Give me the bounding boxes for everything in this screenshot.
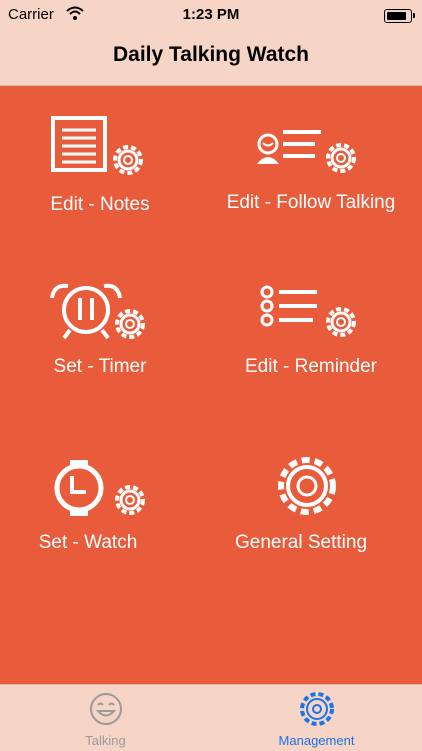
edit-reminder-tile[interactable]: Edit - Reminder — [211, 272, 411, 392]
set-watch-tile[interactable]: Set - Watch — [0, 452, 200, 572]
smiley-icon — [90, 693, 122, 725]
reminder-gear-icon — [260, 285, 356, 337]
management-menu: Edit - Notes Edit - Follow Talking Set -… — [0, 86, 422, 684]
tile-label: Edit - Reminder — [245, 356, 377, 377]
tab-label: Management — [278, 733, 355, 748]
navigation-bar: Daily Talking Watch — [0, 30, 422, 86]
battery-icon — [384, 9, 415, 23]
tab-bar: Talking Management — [0, 684, 422, 751]
tile-label: Edit - Notes — [50, 194, 150, 215]
gear-icon — [278, 457, 336, 515]
status-time: 1:23 PM — [182, 6, 240, 23]
tab-talking[interactable]: Talking — [0, 685, 211, 751]
notes-gear-icon — [51, 116, 143, 175]
status-bar: Carrier 1:23 PM — [0, 0, 422, 30]
tab-management[interactable]: Management — [211, 685, 422, 751]
timer-gear-icon — [50, 283, 145, 340]
follow-talking-gear-icon — [257, 130, 356, 173]
gear-icon — [300, 692, 334, 726]
tile-label: Set - Watch — [38, 532, 138, 553]
edit-follow-talking-tile[interactable]: Edit - Follow Talking — [211, 106, 411, 226]
tab-label: Talking — [85, 733, 126, 748]
general-setting-tile[interactable]: General Setting — [211, 452, 411, 572]
tile-label: General Setting — [234, 532, 368, 553]
battery-level — [387, 12, 406, 20]
set-timer-tile[interactable]: Set - Timer — [0, 272, 200, 392]
page-title: Daily Talking Watch — [112, 43, 310, 66]
tile-label: Set - Timer — [53, 356, 147, 377]
tile-label: Edit - Follow Talking — [226, 192, 396, 213]
watch-gear-icon — [54, 460, 145, 516]
edit-notes-tile[interactable]: Edit - Notes — [0, 106, 200, 226]
